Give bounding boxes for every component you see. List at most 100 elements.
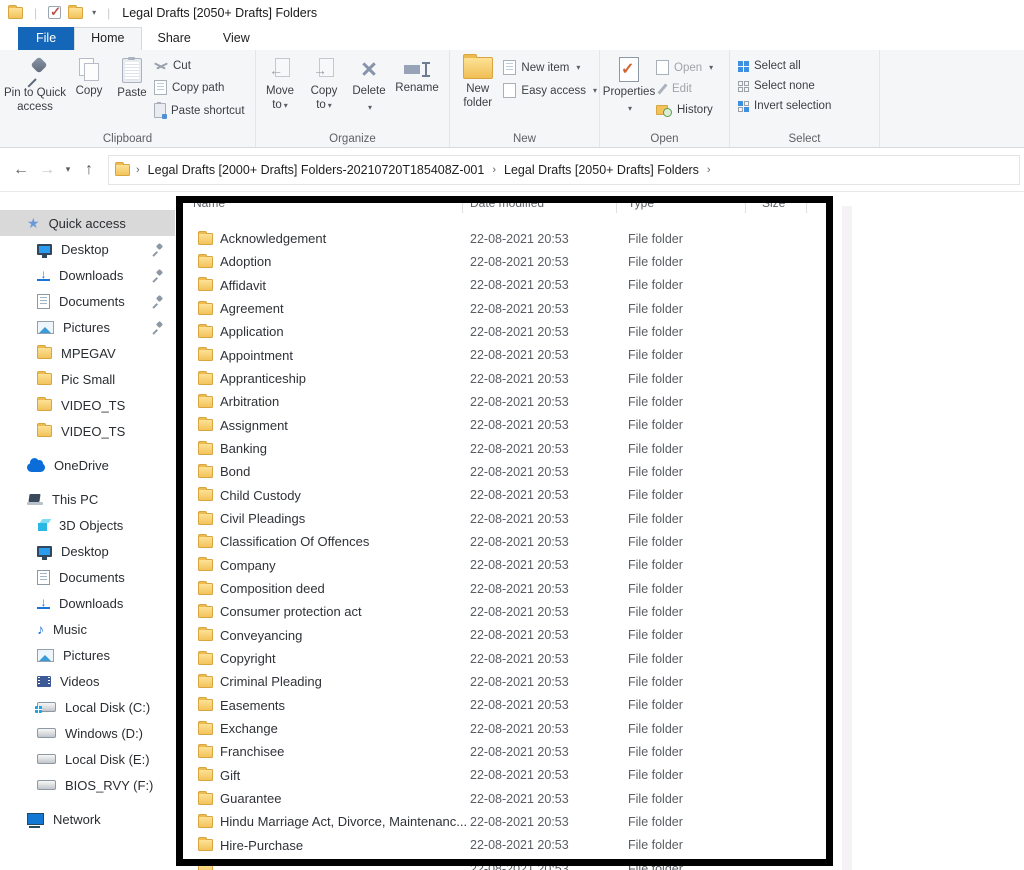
table-row[interactable]: Child Custody22-08-2021 20:53File folder: [175, 484, 1024, 507]
edit-button[interactable]: Edit: [656, 83, 713, 95]
column-divider[interactable]: [745, 196, 746, 213]
sidebar-item-local-disk-c[interactable]: Local Disk (C:): [0, 694, 175, 720]
properties-button[interactable]: Properties ▾: [602, 50, 656, 113]
table-row[interactable]: Guarantee22-08-2021 20:53File folder: [175, 787, 1024, 810]
checkbox-icon[interactable]: [48, 6, 61, 19]
table-row[interactable]: Composition deed22-08-2021 20:53File fol…: [175, 577, 1024, 600]
table-row[interactable]: Hindu Marriage Act, Divorce, Maintenanc.…: [175, 810, 1024, 833]
select-all-button[interactable]: Select all: [738, 60, 831, 72]
sidebar-item-mpegav[interactable]: MPEGAV: [0, 340, 175, 366]
type-cell: File folder: [628, 512, 683, 526]
folder-icon[interactable]: [68, 7, 83, 19]
sidebar-item-desktop[interactable]: Desktop: [0, 538, 175, 564]
scrollbar-track[interactable]: [842, 206, 852, 870]
sidebar-item-downloads[interactable]: Downloads: [0, 590, 175, 616]
date-modified-cell: 22-08-2021 20:53: [470, 348, 569, 362]
pin-to-quick-access-button[interactable]: Pin to Quick access: [2, 50, 68, 115]
table-row[interactable]: Gift22-08-2021 20:53File folder: [175, 764, 1024, 787]
up-arrow-icon[interactable]: ↑: [76, 161, 102, 179]
sidebar-item-local-disk-e[interactable]: Local Disk (E:): [0, 746, 175, 772]
breadcrumb-item-legal-drafts-2000-drafts-folders-20210720t185408z-001[interactable]: Legal Drafts [2000+ Drafts] Folders-2021…: [148, 163, 485, 177]
copy-button[interactable]: Copy: [68, 50, 110, 99]
paste-button[interactable]: Paste: [110, 50, 154, 101]
sidebar-item-pic-small[interactable]: Pic Small: [0, 366, 175, 392]
table-row[interactable]: Appranticeship22-08-2021 20:53File folde…: [175, 367, 1024, 390]
invert-selection-button[interactable]: Invert selection: [738, 100, 831, 112]
table-row[interactable]: Banking22-08-2021 20:53File folder: [175, 437, 1024, 460]
tab-view[interactable]: View: [207, 27, 266, 50]
folder-icon: [37, 425, 52, 437]
sidebar-item-videos[interactable]: Videos: [0, 668, 175, 694]
rename-button[interactable]: Rename: [392, 50, 442, 96]
recent-locations-caret-icon[interactable]: ▾: [60, 164, 76, 175]
table-row[interactable]: Consumer protection act22-08-2021 20:53F…: [175, 600, 1024, 623]
table-row[interactable]: Civil Pleadings22-08-2021 20:53File fold…: [175, 507, 1024, 530]
column-divider[interactable]: [462, 196, 463, 213]
sidebar-item-quick-access[interactable]: Quick access: [0, 210, 175, 236]
table-row[interactable]: Easements22-08-2021 20:53File folder: [175, 694, 1024, 717]
sidebar-item-bios-rvy-f[interactable]: BIOS_RVY (F:): [0, 772, 175, 798]
paste-shortcut-button[interactable]: Paste shortcut: [154, 103, 245, 118]
sidebar-item-music[interactable]: Music: [0, 616, 175, 642]
sidebar-item-network[interactable]: Network: [0, 806, 175, 832]
table-row[interactable]: Adoption22-08-2021 20:53File folder: [175, 250, 1024, 273]
column-divider[interactable]: [806, 196, 807, 213]
table-row[interactable]: Acknowledgement22-08-2021 20:53File fold…: [175, 227, 1024, 250]
move-to-button[interactable]: Move to▾: [258, 50, 302, 113]
table-row[interactable]: Hire-Purchase22-08-2021 20:53File folder: [175, 834, 1024, 857]
address-bar[interactable]: ›Legal Drafts [2000+ Drafts] Folders-202…: [108, 155, 1020, 185]
download-icon: [37, 597, 50, 609]
table-row[interactable]: Franchisee22-08-2021 20:53File folder: [175, 740, 1024, 763]
table-row[interactable]: Affidavit22-08-2021 20:53File folder: [175, 274, 1024, 297]
table-row[interactable]: 22-08-2021 20:53File folder: [175, 857, 1024, 870]
column-header-type[interactable]: Type: [628, 196, 654, 210]
easy-access-button[interactable]: Easy access ▾: [503, 83, 597, 98]
sidebar-item-documents[interactable]: Documents: [0, 564, 175, 590]
sidebar-item-documents[interactable]: Documents: [0, 288, 175, 314]
table-row[interactable]: Agreement22-08-2021 20:53File folder: [175, 297, 1024, 320]
sidebar-item-downloads[interactable]: Downloads: [0, 262, 175, 288]
copy-to-button[interactable]: Copy to▾: [302, 50, 346, 113]
breadcrumb-item-legal-drafts-2050-drafts-folders[interactable]: Legal Drafts [2050+ Drafts] Folders: [504, 163, 699, 177]
caret-down-icon[interactable]: ▾: [92, 8, 96, 17]
sidebar-item-pictures[interactable]: Pictures: [0, 642, 175, 668]
sidebar-item-this-pc[interactable]: This PC: [0, 486, 175, 512]
delete-button[interactable]: × Delete ▾: [346, 50, 392, 112]
table-row[interactable]: Exchange22-08-2021 20:53File folder: [175, 717, 1024, 740]
sidebar-item-3d-objects[interactable]: 3D Objects: [0, 512, 175, 538]
rename-icon: [404, 62, 430, 78]
sidebar-item-video-ts[interactable]: VIDEO_TS: [0, 392, 175, 418]
cut-button[interactable]: Cut: [154, 60, 245, 72]
tab-share[interactable]: Share: [142, 27, 207, 50]
sidebar-item-pictures[interactable]: Pictures: [0, 314, 175, 340]
table-row[interactable]: Appointment22-08-2021 20:53File folder: [175, 344, 1024, 367]
select-none-button[interactable]: Select none: [738, 80, 831, 92]
table-row[interactable]: Arbitration22-08-2021 20:53File folder: [175, 390, 1024, 413]
sidebar-item-desktop[interactable]: Desktop: [0, 236, 175, 262]
copy-path-button[interactable]: Copy path: [154, 80, 245, 95]
table-row[interactable]: Assignment22-08-2021 20:53File folder: [175, 414, 1024, 437]
table-row[interactable]: Conveyancing22-08-2021 20:53File folder: [175, 624, 1024, 647]
sidebar-item-windows-d[interactable]: Windows (D:): [0, 720, 175, 746]
sidebar-item-onedrive[interactable]: OneDrive: [0, 452, 175, 478]
sidebar-item-video-ts[interactable]: VIDEO_TS: [0, 418, 175, 444]
table-row[interactable]: Bond22-08-2021 20:53File folder: [175, 460, 1024, 483]
open-button[interactable]: Open ▾: [656, 60, 713, 75]
column-header-name[interactable]: Name: [193, 196, 225, 210]
tab-file[interactable]: File: [18, 27, 74, 50]
table-row[interactable]: Criminal Pleading22-08-2021 20:53File fo…: [175, 670, 1024, 693]
new-item-button[interactable]: New item ▾: [503, 60, 597, 75]
tab-home[interactable]: Home: [74, 27, 141, 50]
table-row[interactable]: Classification Of Offences22-08-2021 20:…: [175, 530, 1024, 553]
table-row[interactable]: Copyright22-08-2021 20:53File folder: [175, 647, 1024, 670]
column-header-date-modified[interactable]: Date modified: [470, 196, 544, 210]
table-row[interactable]: Application22-08-2021 20:53File folder: [175, 320, 1024, 343]
history-button[interactable]: History: [656, 103, 713, 117]
new-folder-button[interactable]: New folder: [452, 50, 503, 111]
table-row[interactable]: Company22-08-2021 20:53File folder: [175, 554, 1024, 577]
folder-icon[interactable]: [8, 7, 23, 19]
forward-arrow-icon[interactable]: →: [34, 161, 60, 179]
column-divider[interactable]: [616, 196, 617, 213]
column-header-size[interactable]: Size: [762, 196, 785, 210]
back-arrow-icon[interactable]: ←: [8, 161, 34, 179]
